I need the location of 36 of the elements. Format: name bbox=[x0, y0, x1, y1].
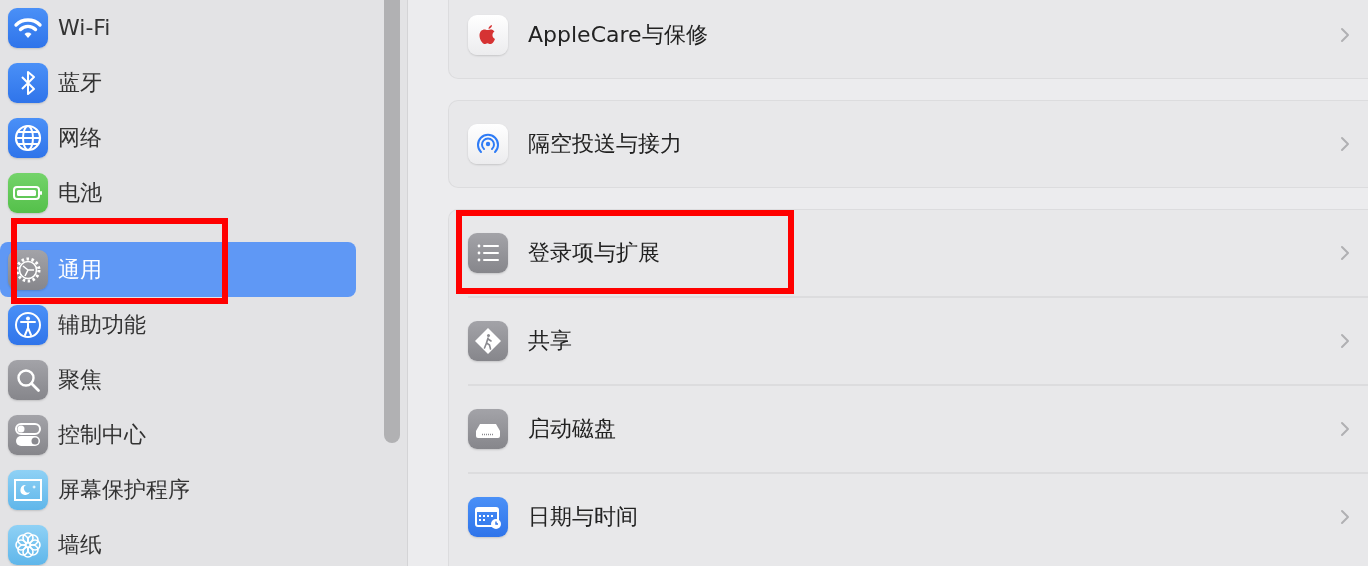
settings-row[interactable]: 登录项与扩展 bbox=[468, 210, 1368, 296]
sidebar-item[interactable]: 屏幕保护程序 bbox=[0, 462, 356, 517]
sharing-icon bbox=[468, 321, 508, 361]
battery-icon bbox=[8, 172, 48, 213]
settings-row[interactable]: 共享 bbox=[468, 298, 1368, 384]
sidebar-item[interactable]: 蓝牙 bbox=[0, 55, 356, 110]
chevron-icon bbox=[1340, 509, 1350, 525]
settings-row[interactable]: 启动磁盘 bbox=[468, 386, 1368, 472]
sidebar-item[interactable]: 墙纸 bbox=[0, 517, 356, 566]
search-icon bbox=[8, 359, 48, 400]
list-icon bbox=[468, 233, 508, 273]
toggles-icon bbox=[8, 414, 48, 455]
globe-icon bbox=[8, 117, 48, 158]
airdrop-icon bbox=[468, 124, 508, 164]
chevron-icon bbox=[1340, 27, 1350, 43]
flower-icon bbox=[8, 524, 48, 565]
chevron-icon bbox=[1340, 245, 1350, 261]
sidebar-item[interactable]: 电池 bbox=[0, 165, 356, 220]
chevron-icon bbox=[1340, 333, 1350, 349]
chevron-icon bbox=[1340, 421, 1350, 437]
screensaver-icon bbox=[8, 469, 48, 510]
settings-row[interactable]: AppleCare与保修 bbox=[468, 0, 1368, 78]
scrollbar[interactable] bbox=[384, 0, 400, 443]
sidebar-item[interactable]: 控制中心 bbox=[0, 407, 356, 462]
sidebar-item[interactable]: 网络 bbox=[0, 110, 356, 165]
accessibility-icon bbox=[8, 304, 48, 345]
bluetooth-icon bbox=[8, 62, 48, 103]
sidebar-item[interactable]: 辅助功能 bbox=[0, 297, 356, 352]
apple-icon bbox=[468, 15, 508, 55]
calendar-icon bbox=[468, 497, 508, 537]
sidebar-item[interactable]: Wi-Fi bbox=[0, 0, 356, 55]
wifi-icon bbox=[8, 7, 48, 48]
sidebar-item[interactable]: 聚焦 bbox=[0, 352, 356, 407]
chevron-icon bbox=[1340, 136, 1350, 152]
settings-row[interactable]: 日期与时间 bbox=[468, 474, 1368, 560]
settings-row[interactable]: 隔空投送与接力 bbox=[468, 101, 1368, 187]
